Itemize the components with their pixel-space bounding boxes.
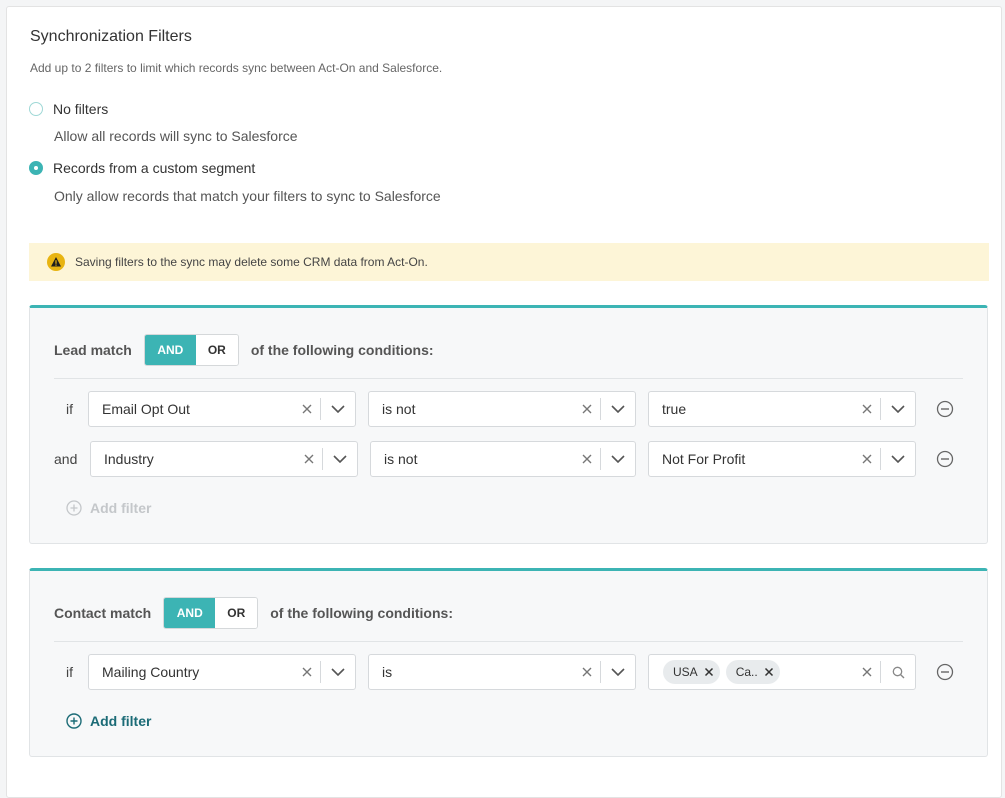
option-custom-segment[interactable]: Records from a custom segment [29,160,255,176]
chevron-down-icon[interactable] [601,405,635,413]
filter-row: if Mailing Country is USA Ca.. [30,654,987,690]
chevron-down-icon[interactable] [881,455,915,463]
option-description: Allow all records will sync to Salesforc… [54,128,298,144]
field-select[interactable]: Mailing Country [88,654,356,690]
field-value: Mailing Country [102,664,200,680]
warning-icon [47,253,65,271]
field-select[interactable]: Industry [90,441,358,477]
or-toggle-button[interactable]: OR [195,335,238,365]
clear-icon[interactable] [854,666,880,678]
search-icon[interactable] [881,666,915,679]
value-chip: Ca.. [725,660,780,684]
warning-banner: Saving filters to the sync may delete so… [29,243,989,281]
clear-icon[interactable] [574,666,600,678]
add-circle-icon [66,500,82,516]
contact-filter-group: Contact match AND OR of the following co… [29,568,988,757]
clear-icon[interactable] [294,403,320,415]
lead-match-label: Lead match [54,342,132,358]
chip-label: USA [673,665,698,679]
value-chip: USA [663,660,720,684]
lead-filter-group: Lead match AND OR of the following condi… [29,305,988,544]
lead-and-or-toggle[interactable]: AND OR [143,334,239,366]
add-filter-label: Add filter [90,713,152,729]
and-toggle-button[interactable]: AND [144,335,196,365]
clear-icon[interactable] [854,403,880,415]
conditions-label: of the following conditions: [250,342,434,358]
operator-select[interactable]: is [368,654,636,690]
contact-and-or-toggle[interactable]: AND OR [163,597,259,629]
remove-circle-icon[interactable] [936,663,954,681]
contact-match-header: Contact match AND OR of the following co… [54,597,453,629]
chevron-down-icon[interactable] [881,405,915,413]
contact-match-label: Contact match [54,605,152,621]
page-subtitle: Add up to 2 filters to limit which recor… [30,61,443,75]
lead-match-header: Lead match AND OR of the following condi… [54,334,434,366]
conditions-label: of the following conditions: [270,605,453,621]
value-select[interactable]: true [648,391,916,427]
add-filter-button[interactable]: Add filter [66,500,151,516]
clear-icon[interactable] [296,453,322,465]
sync-filters-panel: Synchronization Filters Add up to 2 filt… [6,6,1002,798]
filter-row: and Industry is not Not For Profit [30,441,987,477]
value-multiselect[interactable]: USA Ca.. [648,654,916,690]
filter-row: if Email Opt Out is not true [30,391,987,427]
chevron-down-icon[interactable] [321,668,355,676]
radio-no-filters[interactable] [29,102,43,116]
option-label: No filters [53,101,109,117]
conjunction-label: if [66,664,73,680]
add-filter-label: Add filter [90,500,152,516]
chevron-down-icon[interactable] [321,405,355,413]
clear-icon[interactable] [294,666,320,678]
clear-icon[interactable] [854,453,880,465]
clear-icon[interactable] [574,453,600,465]
divider [54,641,963,642]
option-description: Only allow records that match your filte… [54,188,441,204]
remove-circle-icon[interactable] [936,450,954,468]
option-no-filters[interactable]: No filters [29,101,108,117]
value-select[interactable]: Not For Profit [648,441,916,477]
operator-select[interactable]: is not [370,441,636,477]
remove-circle-icon[interactable] [936,400,954,418]
operator-value: is [382,664,393,680]
operator-select[interactable]: is not [368,391,636,427]
field-select[interactable]: Email Opt Out [88,391,356,427]
page-title: Synchronization Filters [30,28,192,45]
chip-remove-icon[interactable] [764,667,774,677]
operator-value: is not [384,451,418,467]
chip-container: USA Ca.. [649,660,854,684]
clear-icon[interactable] [574,403,600,415]
operator-value: is not [382,401,416,417]
or-toggle-button[interactable]: OR [215,598,258,628]
conjunction-label: if [66,401,73,417]
conjunction-label: and [54,451,78,467]
add-filter-button[interactable]: Add filter [66,713,151,729]
chip-remove-icon[interactable] [704,667,714,677]
and-toggle-button[interactable]: AND [164,598,216,628]
field-value: Email Opt Out [102,401,190,417]
value-value: true [662,401,687,417]
value-value: Not For Profit [662,451,746,467]
divider [54,378,963,379]
add-circle-icon [66,713,82,729]
radio-custom-segment[interactable] [29,161,43,175]
field-value: Industry [104,451,154,467]
chip-label: Ca.. [735,665,758,679]
option-label: Records from a custom segment [53,160,256,176]
warning-text: Saving filters to the sync may delete so… [75,255,428,269]
chevron-down-icon[interactable] [323,455,357,463]
chevron-down-icon[interactable] [601,668,635,676]
chevron-down-icon[interactable] [601,455,635,463]
